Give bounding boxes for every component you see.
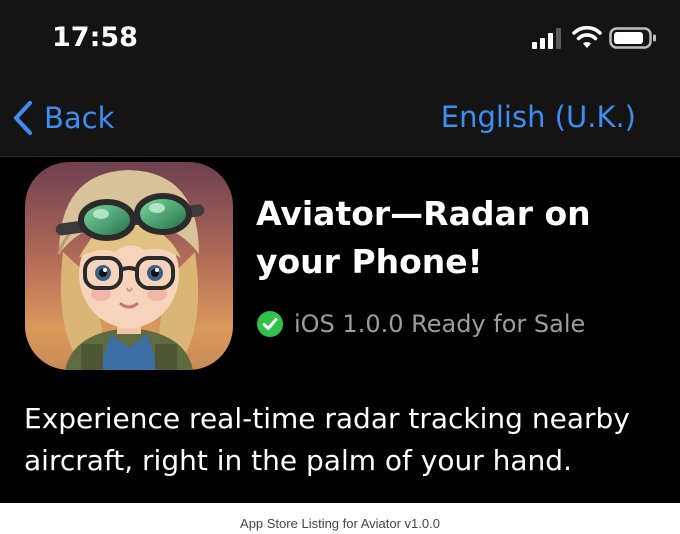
- wifi-icon: [572, 25, 602, 48]
- back-button[interactable]: Back: [8, 96, 114, 140]
- aviator-girl-icon: [25, 162, 233, 370]
- back-label: Back: [44, 101, 115, 135]
- chevron-left-icon: [13, 100, 33, 136]
- checkmark-circle-icon: [257, 311, 283, 337]
- image-caption: App Store Listing for Aviator v1.0.0: [240, 516, 440, 531]
- status-time: 17:58: [52, 22, 138, 53]
- app-title: Aviator—Radar on your Phone!: [256, 194, 591, 281]
- language-selector[interactable]: English (U.K.): [441, 100, 636, 134]
- app-description: Experience real-time radar tracking near…: [24, 402, 630, 477]
- navbar-divider: [0, 156, 680, 157]
- status-text: iOS 1.0.0 Ready for Sale: [294, 310, 586, 338]
- status-bar: 17:58: [0, 0, 680, 80]
- battery-icon: [609, 27, 656, 49]
- app-status: iOS 1.0.0 Ready for Sale: [256, 310, 585, 338]
- app-store-screen: 17:58 Back English (U.K.) Aviator—Radar …: [0, 0, 680, 503]
- cellular-signal-icon: [532, 28, 561, 49]
- app-icon: [25, 162, 233, 370]
